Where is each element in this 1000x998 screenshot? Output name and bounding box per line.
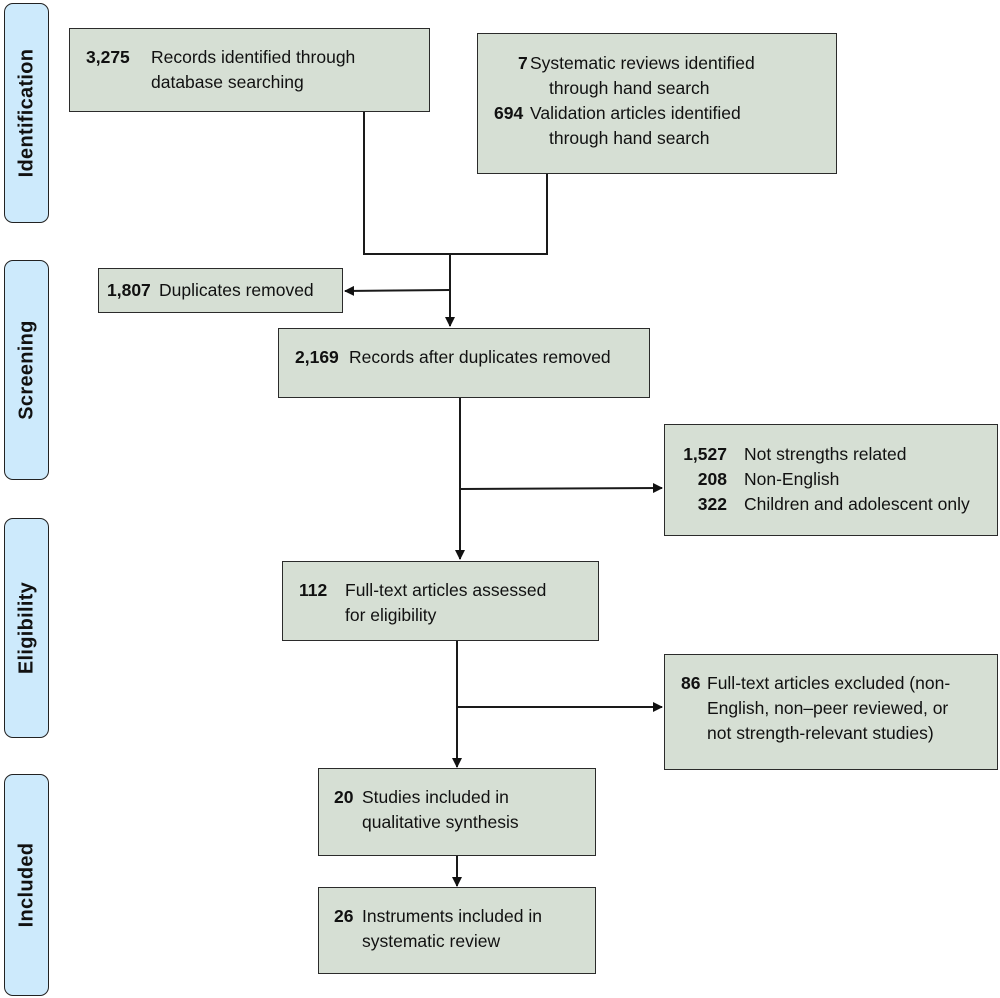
box-screen-excluded: 1,527 Not strengths related 208 Non-Engl…: [664, 424, 998, 536]
text: Studies included in: [362, 787, 509, 807]
count: 3,275: [86, 47, 130, 67]
count: 7: [518, 53, 528, 73]
text: Full-text articles assessed: [345, 580, 547, 600]
box-database-search: 3,275 Records identified through databas…: [69, 28, 430, 112]
text: not strength-relevant studies): [707, 723, 934, 743]
text: Instruments included in: [362, 906, 542, 926]
count: 1,807: [107, 280, 151, 300]
text: systematic review: [362, 931, 501, 951]
text: for eligibility: [345, 605, 437, 625]
text: Records after duplicates removed: [349, 347, 611, 367]
count: 86: [681, 673, 701, 693]
text: Non-English: [744, 469, 840, 489]
count: 20: [334, 787, 354, 807]
box-hand-search: 7 Systematic reviews identified through …: [477, 33, 837, 174]
box-full-text-assessed: 112 Full-text articles assessed for elig…: [282, 561, 599, 641]
text: through hand search: [549, 78, 710, 98]
count: 26: [334, 906, 354, 926]
box-full-text-excluded: 86 Full-text articles excluded (non- Eng…: [664, 654, 998, 770]
count: 208: [697, 469, 727, 489]
box-after-duplicates: 2,169 Records after duplicates removed: [278, 328, 650, 398]
text: Records identified through: [151, 47, 356, 67]
box-duplicates-removed: 1,807 Duplicates removed: [98, 268, 343, 313]
text: Full-text articles excluded (non-: [707, 673, 951, 693]
text: English, non–peer reviewed, or: [707, 698, 949, 718]
text: qualitative synthesis: [362, 812, 519, 832]
text: Duplicates removed: [159, 280, 314, 300]
box-qualitative-synthesis: 20 Studies included in qualitative synth…: [318, 768, 596, 856]
count: 694: [494, 103, 524, 123]
text: Children and adolescent only: [744, 494, 970, 514]
text: Not strengths related: [744, 444, 907, 464]
count: 2,169: [295, 347, 339, 367]
connector-to-screen-excluded: [459, 483, 663, 494]
text: Validation articles identified: [530, 103, 741, 123]
box-systematic-review: 26 Instruments included in systematic re…: [318, 887, 596, 974]
text: database searching: [151, 72, 304, 92]
connector-to-duplicates-removed: [344, 285, 451, 296]
text: through hand search: [549, 128, 710, 148]
count: 1,527: [683, 444, 727, 464]
count: 112: [299, 580, 328, 600]
count: 322: [697, 494, 727, 514]
text: Systematic reviews identified: [530, 53, 755, 73]
